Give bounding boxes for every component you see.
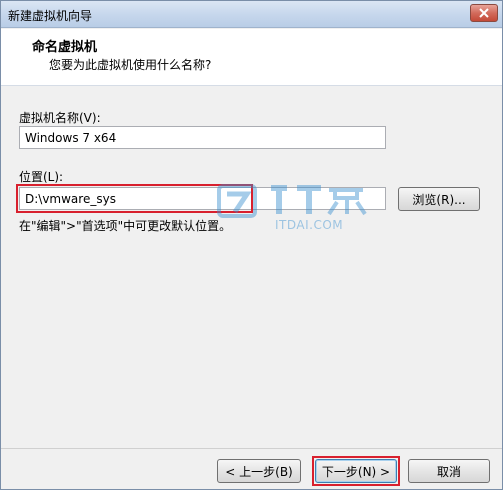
location-label: 位置(L):: [19, 170, 64, 184]
close-icon: [479, 8, 489, 18]
footer-divider: [1, 448, 502, 449]
new-vm-wizard-window: 新建虚拟机向导 命名虚拟机 您要为此虚拟机使用什么名称? 虚拟机名称(V): W…: [0, 0, 503, 490]
browse-button[interactable]: 浏览(R)...: [398, 187, 480, 211]
title-bar: 新建虚拟机向导: [1, 1, 502, 28]
back-button[interactable]: < 上一步(B): [217, 459, 301, 483]
vm-name-label: 虚拟机名称(V):: [19, 111, 101, 125]
wizard-header: 命名虚拟机 您要为此虚拟机使用什么名称?: [1, 29, 502, 86]
window-title: 新建虚拟机向导: [8, 9, 93, 23]
vm-name-input[interactable]: Windows 7 x64: [19, 126, 386, 149]
next-button[interactable]: 下一步(N) >: [315, 459, 397, 483]
itdai-logo-icon: [217, 184, 367, 218]
watermark-text: ITDAI.COM: [275, 218, 344, 232]
page-subtitle: 您要为此虚拟机使用什么名称?: [49, 58, 212, 72]
cancel-button[interactable]: 取消: [408, 459, 490, 483]
watermark-logo: ITDAI.COM: [217, 184, 367, 234]
default-location-hint: 在"编辑">"首选项"中可更改默认位置。: [19, 219, 232, 233]
page-title: 命名虚拟机: [32, 40, 98, 55]
close-button[interactable]: [470, 4, 498, 22]
